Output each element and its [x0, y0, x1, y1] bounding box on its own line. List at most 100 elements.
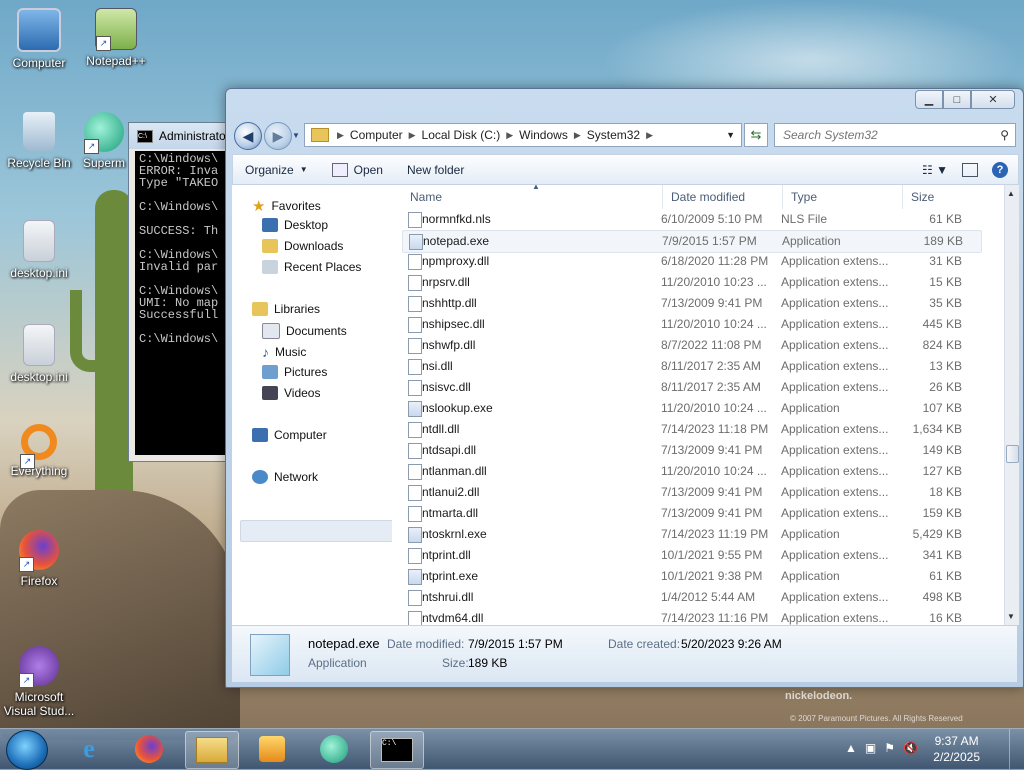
breadcrumb-computer[interactable]: Computer — [350, 128, 403, 142]
open-button[interactable]: Open — [320, 155, 395, 184]
file-row[interactable]: nshipsec.dll 11/20/2010 10:24 ... Applicat… — [402, 314, 980, 335]
file-row[interactable]: ntlanui2.dll 7/13/2009 9:41 PM Application… — [402, 482, 980, 503]
file-row[interactable]: nslookup.exe 11/20/2010 10:24 ... Applicat… — [402, 398, 980, 419]
file-row[interactable]: ntmarta.dll 7/13/2009 9:41 PM Application … — [402, 503, 980, 524]
file-row[interactable]: ntprint.exe 10/1/2021 9:38 PM Application 6… — [402, 566, 980, 587]
taskbar-superm[interactable] — [308, 731, 360, 767]
scroll-up-icon[interactable]: ▲ — [1007, 189, 1015, 198]
address-bar[interactable]: ▶ Computer ▶ Local Disk (C:) ▶ Windows ▶… — [304, 123, 742, 147]
file-row[interactable]: ntprint.dll 10/1/2021 9:55 PM Application … — [402, 545, 980, 566]
breadcrumb-separator-icon[interactable]: ▶ — [506, 130, 513, 141]
preview-pane-icon[interactable] — [962, 162, 978, 177]
maximize-button[interactable]: □ — [943, 90, 971, 109]
file-row[interactable]: ntdsapi.dll 7/13/2009 9:41 PM Application … — [402, 440, 980, 461]
file-row[interactable]: ntlanman.dll 11/20/2010 10:24 ... Applicat… — [402, 461, 980, 482]
file-row[interactable]: nshhttp.dll 7/13/2009 9:41 PM Application … — [402, 293, 980, 314]
nav-videos[interactable]: Videos — [262, 386, 320, 400]
music-icon: ♪ — [262, 344, 269, 360]
action-center-flag-icon[interactable]: ⚑ — [884, 741, 895, 755]
file-row[interactable]: ntoskrnl.exe 7/14/2023 11:19 PM Applicatio… — [402, 524, 980, 545]
show-hidden-icons-icon[interactable]: ▲ — [845, 741, 857, 755]
taskbar-windows-explorer[interactable] — [185, 731, 239, 769]
search-icon[interactable]: ⚲ — [1000, 128, 1009, 142]
column-type[interactable]: Type — [791, 190, 817, 204]
taskbar-internet-explorer[interactable]: e — [63, 731, 115, 767]
explorer-window[interactable]: ▁ □ ✕ ◀ ▶ ▼ ▶ Computer ▶ Local Disk (C:)… — [225, 88, 1024, 688]
file-row[interactable]: ntshrui.dll 1/4/2012 5:44 AM Application e… — [402, 587, 980, 608]
nav-recent-places[interactable]: Recent Places — [262, 260, 361, 274]
help-icon[interactable]: ? — [992, 161, 1008, 178]
refresh-button[interactable]: ⇆ — [744, 123, 768, 147]
column-divider[interactable] — [782, 185, 783, 209]
clock[interactable]: 9:37 AM 2/2/2025 — [933, 733, 980, 765]
column-divider[interactable] — [902, 185, 903, 209]
breadcrumb-local-disk[interactable]: Local Disk (C:) — [422, 128, 501, 142]
show-desktop-button[interactable] — [1009, 729, 1024, 769]
taskbar-firefox[interactable] — [123, 731, 175, 767]
forward-button[interactable]: ▶ — [264, 122, 292, 150]
desktop-icon-visual-studio[interactable]: ↗ Microsoft Visual Stud... — [1, 646, 77, 718]
breadcrumb-separator-icon[interactable]: ▶ — [574, 130, 581, 141]
nav-libraries[interactable]: Libraries — [252, 302, 320, 316]
cmd-output[interactable]: C:\Windows\ ERROR: Inva Type "TAKEO C:\W… — [135, 151, 239, 455]
back-button[interactable]: ◀ — [234, 122, 262, 150]
nav-documents[interactable]: Documents — [262, 323, 347, 339]
nav-pictures[interactable]: Pictures — [262, 365, 327, 379]
address-dropdown-icon[interactable]: ▼ — [726, 130, 735, 140]
volume-muted-icon[interactable]: 🔇 — [903, 741, 918, 755]
desktop-icon-everything[interactable]: ↗ Everything — [1, 424, 77, 478]
breadcrumb-system32[interactable]: System32 — [587, 128, 640, 142]
vertical-scrollbar[interactable]: ▲ ▼ — [1004, 185, 1019, 625]
view-options-icon[interactable]: ☷ ▼ — [922, 163, 948, 177]
desktop-icon-desktop-ini[interactable]: desktop.ini — [1, 220, 77, 280]
nav-computer[interactable]: Computer — [252, 428, 327, 442]
file-row[interactable]: ntvdm64.dll 7/14/2023 11:16 PM Application… — [402, 608, 980, 625]
file-row[interactable]: notepad.exe 7/9/2015 1:57 PM Application 18… — [402, 230, 982, 253]
file-row[interactable]: nsisvc.dll 8/11/2017 2:35 AM Application e… — [402, 377, 980, 398]
column-name[interactable]: Name — [410, 190, 442, 204]
close-button[interactable]: ✕ — [971, 90, 1015, 109]
desktop-icon-firefox[interactable]: ↗ Firefox — [1, 530, 77, 588]
file-date-modified: 11/20/2010 10:23 ... — [661, 275, 767, 289]
search-input[interactable] — [781, 127, 985, 143]
nav-network[interactable]: Network — [252, 470, 318, 484]
file-row[interactable]: npmproxy.dll 6/18/2020 11:28 PM Applicatio… — [402, 251, 980, 272]
organize-button[interactable]: Organize ▼ — [233, 155, 320, 184]
network-icon[interactable]: ▣ — [865, 741, 876, 755]
file-row[interactable]: nrpsrv.dll 11/20/2010 10:23 ... Applicatio… — [402, 272, 980, 293]
file-row[interactable]: nshwfp.dll 8/7/2022 11:08 PM Application e… — [402, 335, 980, 356]
start-button[interactable] — [6, 730, 48, 770]
recent-pages-dropdown[interactable]: ▼ — [292, 131, 300, 140]
breadcrumb-separator-icon[interactable]: ▶ — [337, 130, 344, 141]
breadcrumb-separator-icon[interactable]: ▶ — [646, 130, 653, 141]
nav-favorites[interactable]: ★ Favorites — [252, 197, 321, 215]
cmd-window[interactable]: C:\ Administrator C:\Windows\ ERROR: Inv… — [128, 122, 240, 462]
desktop-icon-superm[interactable]: ↗ Superm — [78, 112, 130, 170]
notepad-file-icon — [250, 634, 290, 676]
file-row[interactable]: ntdll.dll 7/14/2023 11:18 PM Application e… — [402, 419, 980, 440]
breadcrumb-windows[interactable]: Windows — [519, 128, 568, 142]
column-date-modified[interactable]: Date modified — [671, 190, 745, 204]
scroll-thumb[interactable] — [1006, 445, 1019, 463]
breadcrumb-separator-icon[interactable]: ▶ — [409, 130, 416, 141]
nav-desktop[interactable]: Desktop — [262, 218, 328, 232]
nav-music[interactable]: ♪ Music — [262, 344, 306, 360]
file-row[interactable]: nsi.dll 8/11/2017 2:35 AM Application exte… — [402, 356, 980, 377]
nav-label: Favorites — [271, 199, 321, 213]
desktop-icon-recycle-bin[interactable]: Recycle Bin — [1, 112, 77, 170]
column-divider[interactable] — [662, 185, 663, 209]
column-size[interactable]: Size — [911, 190, 934, 204]
desktop-icon-computer[interactable]: Computer — [1, 8, 77, 70]
cmd-titlebar[interactable]: C:\ Administrator — [129, 123, 239, 149]
taskbar-command-prompt[interactable]: C:\ — [370, 731, 424, 769]
search-box[interactable]: ⚲ — [774, 123, 1016, 147]
file-row[interactable]: normnfkd.nls 6/10/2009 5:10 PM NLS File 61 … — [402, 209, 980, 230]
nav-downloads[interactable]: Downloads — [262, 239, 343, 253]
desktop-icon-desktop-ini-2[interactable]: desktop.ini — [1, 324, 77, 384]
minimize-button[interactable]: ▁ — [915, 90, 943, 109]
details-file-type: Application — [308, 656, 367, 670]
desktop-icon-notepadpp[interactable]: ↗ Notepad++ — [78, 8, 154, 68]
scroll-down-icon[interactable]: ▼ — [1007, 612, 1015, 621]
taskbar-media-player[interactable] — [246, 731, 298, 767]
new-folder-button[interactable]: New folder — [395, 155, 476, 184]
